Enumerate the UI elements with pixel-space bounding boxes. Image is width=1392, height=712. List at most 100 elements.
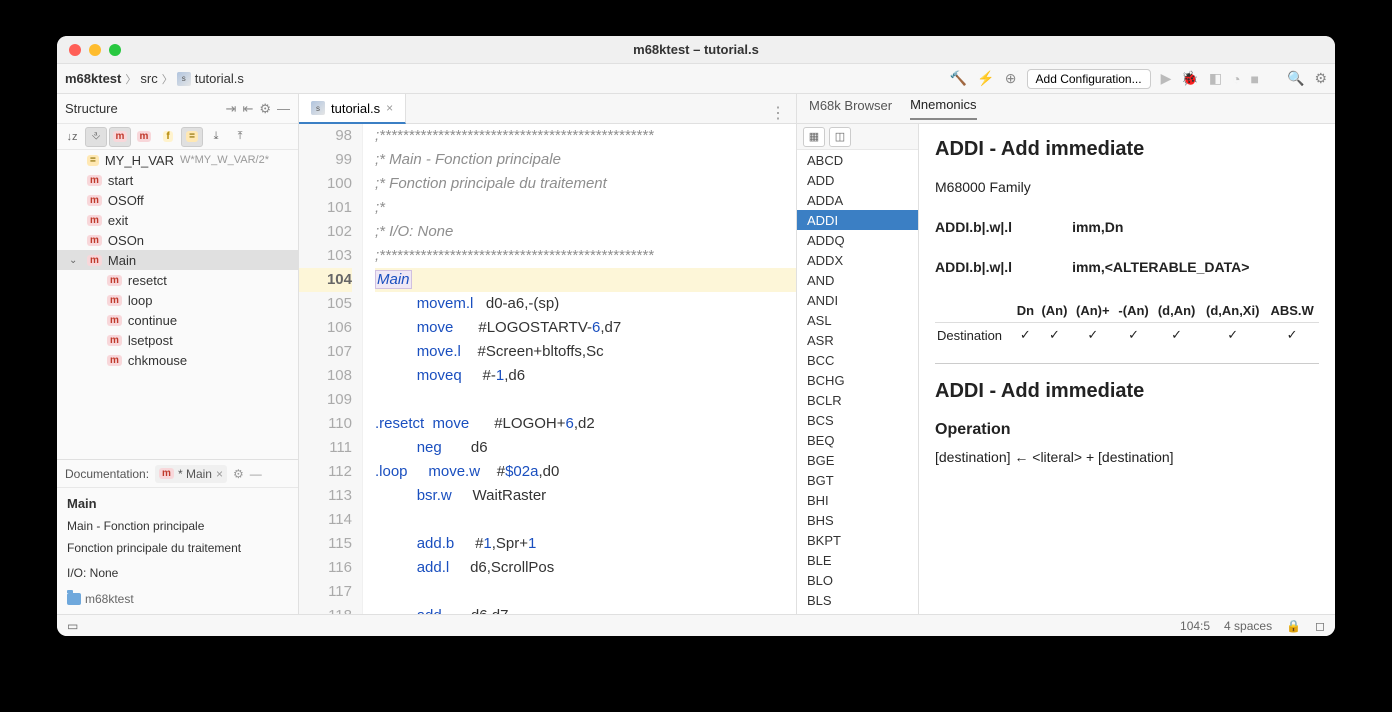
- breadcrumb-project[interactable]: m68ktest: [65, 71, 121, 86]
- close-tab-icon[interactable]: ×: [386, 101, 393, 115]
- documentation-tab[interactable]: m * Main ×: [155, 465, 227, 483]
- tree-item-main[interactable]: ⌄mMain: [57, 250, 298, 270]
- chevron-down-icon[interactable]: ⌄: [69, 255, 77, 266]
- expand-all-icon[interactable]: ⇤: [242, 101, 253, 117]
- run-icon[interactable]: ⚡: [977, 70, 994, 87]
- mnemonic-asl[interactable]: ASL: [797, 310, 918, 330]
- tree-item-lsetpost[interactable]: m lsetpost: [57, 330, 298, 350]
- type-badge-icon: m: [107, 275, 122, 286]
- stop-icon[interactable]: ■: [1251, 71, 1259, 87]
- cursor-position[interactable]: 104:5: [1180, 619, 1210, 633]
- mnemonic-beq[interactable]: BEQ: [797, 430, 918, 450]
- indent-setting[interactable]: 4 spaces: [1224, 619, 1272, 633]
- tree-item-label: lsetpost: [128, 333, 173, 348]
- type-badge-icon: m: [107, 335, 122, 346]
- autoscroll-source-icon[interactable]: ⤓: [205, 127, 227, 147]
- mnemonics-list[interactable]: ▦ ◫ ABCDADDADDAADDIADDQADDXANDANDIASLASR…: [797, 124, 919, 614]
- detail-view-icon[interactable]: ◫: [829, 127, 851, 147]
- mnemonic-adda[interactable]: ADDA: [797, 190, 918, 210]
- tree-item-resetct[interactable]: mresetct: [57, 270, 298, 290]
- mnemonic-bchg[interactable]: BCHG: [797, 370, 918, 390]
- project-view-icon[interactable]: ▭: [67, 619, 78, 633]
- tree-item-start[interactable]: mstart: [57, 170, 298, 190]
- mnemonic-ble[interactable]: BLE: [797, 550, 918, 570]
- tree-item-continue[interactable]: mcontinue: [57, 310, 298, 330]
- add-configuration-button[interactable]: Add Configuration...: [1027, 69, 1151, 89]
- tree-item-loop[interactable]: mloop: [57, 290, 298, 310]
- tab-m68k-browser[interactable]: M68k Browser: [809, 98, 892, 119]
- app-window: m68ktest – tutorial.s m68ktest 〉 src 〉 s…: [57, 36, 1335, 636]
- mnemonic-bgt[interactable]: BGT: [797, 470, 918, 490]
- chevron-right-icon: 〉: [162, 71, 173, 87]
- coverage-icon[interactable]: ◧: [1209, 70, 1222, 87]
- hide-doc-icon[interactable]: —: [250, 467, 262, 481]
- mnemonic-addx[interactable]: ADDX: [797, 250, 918, 270]
- tab-mnemonics[interactable]: Mnemonics: [910, 97, 976, 120]
- detail-signature-2: ADDI.b|.w|.limm,<ALTERABLE_DATA>: [935, 259, 1319, 275]
- search-icon[interactable]: 🔍: [1287, 70, 1304, 87]
- mnemonic-bhs[interactable]: BHS: [797, 510, 918, 530]
- gear-icon[interactable]: ⚙: [233, 467, 244, 481]
- structure-tree[interactable]: =MY_H_VARW*MY_W_VAR/2*mstartmOSOffmexitm…: [57, 150, 298, 459]
- type-badge-icon: m: [87, 235, 102, 246]
- nav-toolbar: m68ktest 〉 src 〉 s tutorial.s 🔨 ⚡ ⊕ Add …: [57, 64, 1335, 94]
- autoscroll-from-icon[interactable]: ⤒: [229, 127, 251, 147]
- type-badge-icon: =: [87, 155, 99, 166]
- play-icon[interactable]: ▶: [1161, 70, 1172, 87]
- minimize-window-icon[interactable]: [89, 44, 101, 56]
- tree-item-my_h_var[interactable]: =MY_H_VARW*MY_W_VAR/2*: [57, 150, 298, 170]
- mnemonic-andi[interactable]: ANDI: [797, 290, 918, 310]
- code-content[interactable]: ;***************************************…: [363, 124, 796, 614]
- breadcrumb-file[interactable]: tutorial.s: [195, 71, 244, 86]
- gear-icon[interactable]: ⚙: [259, 101, 271, 117]
- notifications-icon[interactable]: ◻: [1315, 619, 1325, 633]
- lock-icon[interactable]: 🔒: [1286, 619, 1301, 633]
- mnemonic-addi[interactable]: ADDI: [797, 210, 918, 230]
- type-badge-icon: m: [87, 255, 102, 266]
- titlebar: m68ktest – tutorial.s: [57, 36, 1335, 64]
- filter-eq-icon[interactable]: =: [181, 127, 203, 147]
- mnemonic-bhi[interactable]: BHI: [797, 490, 918, 510]
- editor-more-icon[interactable]: ⋮: [760, 103, 796, 123]
- debug-icon[interactable]: 🐞: [1181, 70, 1198, 87]
- mnemonic-bls[interactable]: BLS: [797, 590, 918, 610]
- mnemonic-and[interactable]: AND: [797, 270, 918, 290]
- filter-m2-icon[interactable]: m: [133, 127, 155, 147]
- collapse-all-icon[interactable]: ⇥: [226, 101, 237, 117]
- mnemonic-bclr[interactable]: BCLR: [797, 390, 918, 410]
- tree-item-label: exit: [108, 213, 128, 228]
- sort-alpha-icon[interactable]: ↓z: [61, 127, 83, 147]
- mnemonic-bge[interactable]: BGE: [797, 450, 918, 470]
- breadcrumb[interactable]: m68ktest 〉 src 〉 s tutorial.s: [65, 71, 244, 87]
- editor-body[interactable]: 9899100101102103104105106107108109110111…: [299, 124, 796, 614]
- tree-item-exit[interactable]: mexit: [57, 210, 298, 230]
- doc-io: I/O: None: [67, 566, 288, 582]
- mnemonic-detail: ADDI - Add immediate M68000 Family ADDI.…: [919, 124, 1335, 614]
- mnemonic-abcd[interactable]: ABCD: [797, 150, 918, 170]
- mnemonic-asr[interactable]: ASR: [797, 330, 918, 350]
- mnemonic-blo[interactable]: BLO: [797, 570, 918, 590]
- mnemonic-addq[interactable]: ADDQ: [797, 230, 918, 250]
- breadcrumb-folder[interactable]: src: [140, 71, 157, 86]
- mnemonic-bcs[interactable]: BCS: [797, 410, 918, 430]
- tree-item-osoff[interactable]: mOSOff: [57, 190, 298, 210]
- mnemonic-bkpt[interactable]: BKPT: [797, 530, 918, 550]
- tree-item-chkmouse[interactable]: mchkmouse: [57, 350, 298, 370]
- close-tab-icon[interactable]: ×: [216, 467, 223, 481]
- mnemonic-add[interactable]: ADD: [797, 170, 918, 190]
- close-window-icon[interactable]: [69, 44, 81, 56]
- list-view-icon[interactable]: ▦: [803, 127, 825, 147]
- editor-tab-tutorial[interactable]: s tutorial.s ×: [299, 94, 406, 124]
- profile-icon[interactable]: ◔: [1232, 71, 1240, 87]
- tree-item-oson[interactable]: mOSOn: [57, 230, 298, 250]
- target-icon[interactable]: ⊕: [1005, 70, 1017, 87]
- mnemonic-bcc[interactable]: BCC: [797, 350, 918, 370]
- build-icon[interactable]: 🔨: [950, 70, 967, 87]
- filter-icon[interactable]: ⎀: [85, 127, 107, 147]
- settings-gear-icon[interactable]: ⚙: [1314, 70, 1327, 87]
- filter-m-icon[interactable]: m: [109, 127, 131, 147]
- hide-panel-icon[interactable]: —: [277, 101, 290, 117]
- filter-f-icon[interactable]: f: [157, 127, 179, 147]
- assembly-file-icon: s: [177, 72, 191, 86]
- zoom-window-icon[interactable]: [109, 44, 121, 56]
